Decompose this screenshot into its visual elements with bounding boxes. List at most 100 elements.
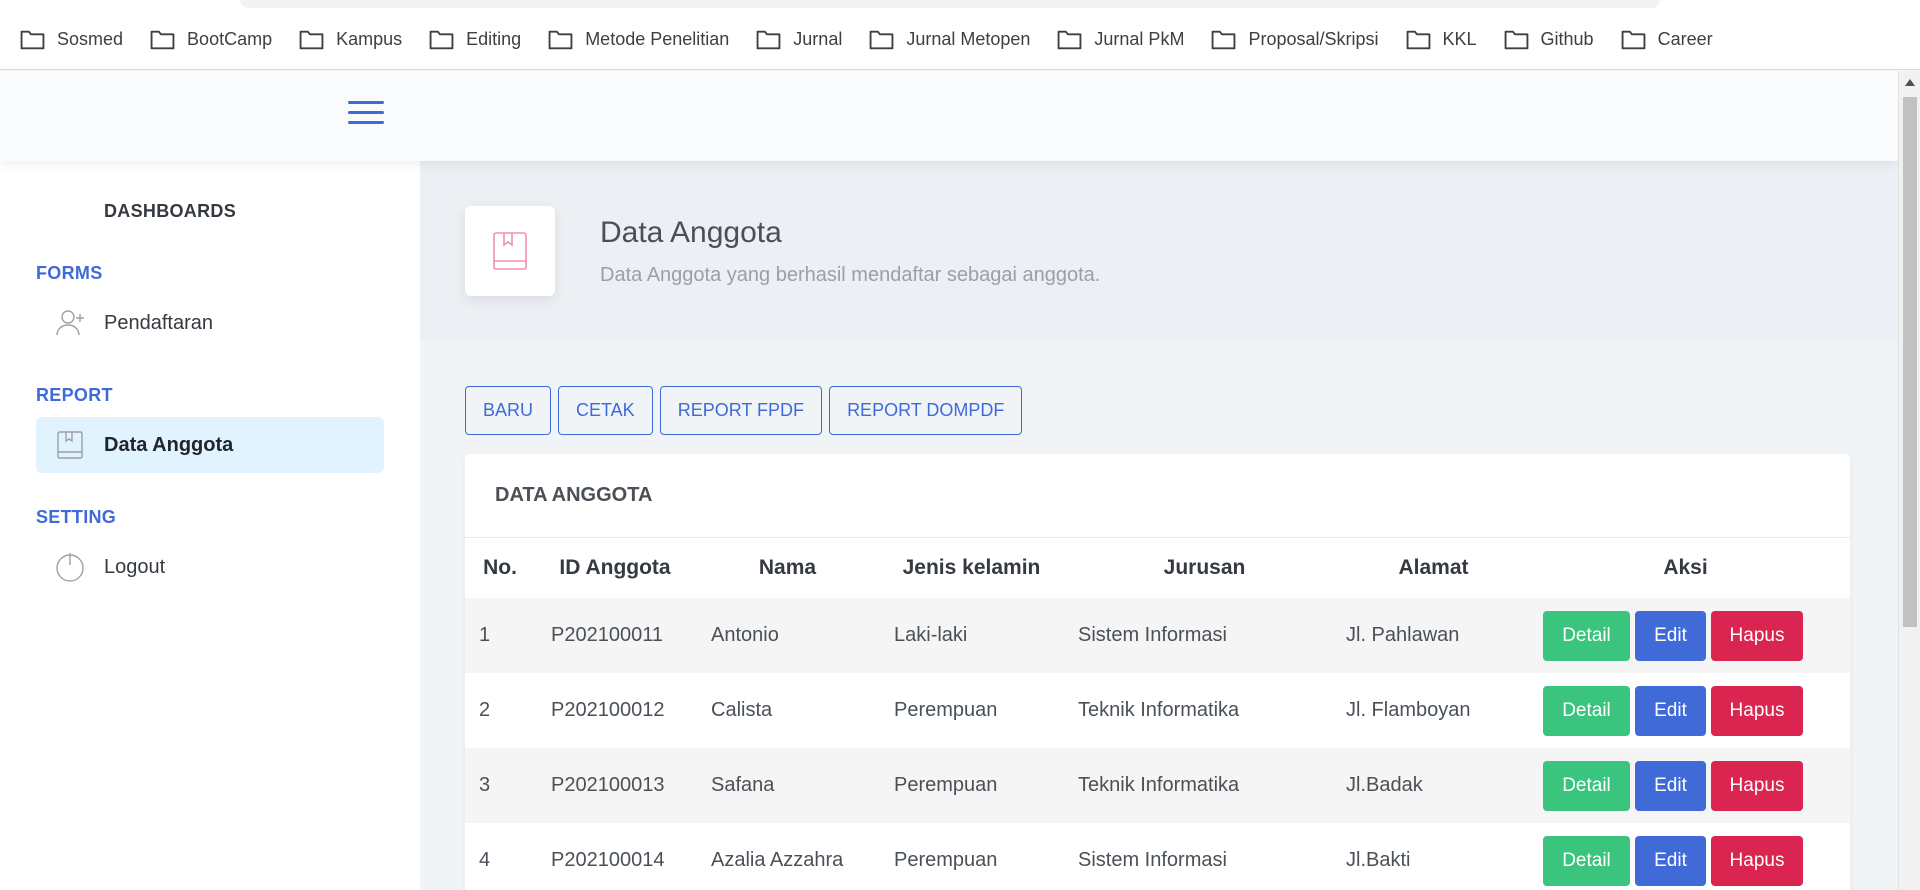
folder-icon bbox=[1212, 30, 1236, 49]
page-scrollbar[interactable] bbox=[1898, 71, 1920, 890]
app-window: DASHBOARDS FORMS Pendaftaran REPORT Data… bbox=[0, 71, 1898, 890]
edit-button[interactable]: Edit bbox=[1635, 835, 1706, 886]
sidebar-heading-report: REPORT bbox=[36, 385, 113, 405]
cell-nama: Azalia Azzahra bbox=[711, 849, 844, 871]
cell-aksi: Detail Edit Hapus bbox=[1521, 823, 1850, 890]
cell-nama: Calista bbox=[711, 699, 773, 721]
cell-nama: Safana bbox=[711, 774, 775, 796]
cell-alamat: Jl.Badak bbox=[1346, 774, 1423, 796]
cetak-button[interactable]: CETAK bbox=[558, 386, 653, 435]
cell-jurusan: Teknik Informatika bbox=[1078, 699, 1240, 721]
column-header-alamat: Alamat bbox=[1398, 556, 1469, 579]
sidebar-item-pendaftaran[interactable]: Pendaftaran bbox=[36, 295, 384, 351]
hamburger-icon[interactable] bbox=[348, 101, 384, 129]
cell-aksi: Detail Edit Hapus bbox=[1521, 748, 1850, 823]
bookmark-folder[interactable]: KKL bbox=[1406, 29, 1477, 50]
bookmark-label: BootCamp bbox=[187, 28, 273, 49]
bookmark-folder[interactable]: BootCamp bbox=[150, 29, 272, 50]
cell-id: P202100014 bbox=[551, 849, 665, 871]
table-row: 4 P202100014 Azalia Azzahra Perempuan Si… bbox=[465, 823, 1850, 890]
bookmark-folder[interactable]: Sosmed bbox=[20, 29, 123, 50]
baru-button[interactable]: BARU bbox=[465, 386, 552, 435]
cell-jurusan: Sistem Informasi bbox=[1078, 849, 1227, 871]
data-anggota-table: No. ID Anggota Nama Jenis kelamin Jurusa… bbox=[465, 538, 1850, 890]
folder-icon bbox=[429, 30, 454, 49]
sidebar-item-logout[interactable]: Logout bbox=[36, 539, 384, 595]
cell-aksi: Detail Edit Hapus bbox=[1521, 598, 1850, 673]
cell-no: 3 bbox=[479, 774, 491, 796]
bookmark-folder[interactable]: Metode Penelitian bbox=[548, 29, 729, 50]
sidebar-heading-setting: SETTING bbox=[36, 507, 117, 527]
bookmark-label: Proposal/Skripsi bbox=[1248, 28, 1379, 49]
cell-no: 4 bbox=[479, 849, 491, 871]
folder-icon bbox=[1058, 30, 1082, 49]
bookmark-folder[interactable]: Career bbox=[1621, 29, 1713, 50]
bookmark-label: Sosmed bbox=[57, 28, 124, 49]
bookmark-folder[interactable]: Jurnal PkM bbox=[1057, 29, 1184, 50]
bookmark-folder[interactable]: Editing bbox=[429, 29, 521, 50]
folder-icon bbox=[756, 30, 781, 49]
edit-button[interactable]: Edit bbox=[1635, 610, 1706, 661]
sidebar-item-label: Data Anggota bbox=[104, 433, 234, 456]
folder-icon bbox=[20, 30, 45, 49]
bookmark-label: Jurnal bbox=[793, 28, 843, 49]
detail-button[interactable]: Detail bbox=[1543, 760, 1630, 811]
folder-icon bbox=[1406, 30, 1430, 49]
scroll-up-arrow-icon[interactable] bbox=[1905, 79, 1915, 86]
cell-id: P202100012 bbox=[551, 699, 665, 721]
scrollbar-thumb[interactable] bbox=[1903, 97, 1917, 627]
edit-button[interactable]: Edit bbox=[1635, 685, 1706, 736]
bookmark-label: Jurnal PkM bbox=[1094, 28, 1185, 49]
card-title: DATA ANGGOTA bbox=[465, 454, 1850, 538]
address-bar-edge[interactable] bbox=[240, 0, 1660, 8]
detail-button[interactable]: Detail bbox=[1543, 685, 1630, 736]
sidebar-item-label: Pendaftaran bbox=[104, 311, 213, 334]
page-subtitle: Data Anggota yang berhasil mendaftar seb… bbox=[600, 264, 1101, 286]
report-dompdf-button[interactable]: REPORT DOMPDF bbox=[829, 386, 1023, 435]
hapus-button[interactable]: Hapus bbox=[1711, 610, 1803, 661]
folder-icon bbox=[299, 30, 324, 49]
sidebar-heading-dashboards[interactable]: DASHBOARDS bbox=[104, 201, 236, 222]
sidebar-item-data-anggota[interactable]: Data Anggota bbox=[36, 417, 384, 473]
cell-no: 1 bbox=[479, 624, 491, 646]
bookmark-folder[interactable]: Jurnal Metopen bbox=[869, 29, 1030, 50]
bookmark-label: Career bbox=[1657, 28, 1713, 49]
cell-id: P202100011 bbox=[551, 624, 663, 646]
detail-button[interactable]: Detail bbox=[1543, 835, 1630, 886]
cell-nama: Antonio bbox=[711, 624, 779, 646]
folder-icon bbox=[869, 30, 894, 49]
user-plus-icon bbox=[36, 306, 104, 340]
book-icon bbox=[36, 428, 104, 462]
hapus-button[interactable]: Hapus bbox=[1711, 760, 1803, 811]
sidebar-item-label: Logout bbox=[104, 555, 166, 578]
edit-button[interactable]: Edit bbox=[1635, 760, 1706, 811]
table-row: 1 P202100011 Antonio Laki-laki Sistem In… bbox=[465, 598, 1850, 673]
action-buttons: BARU CETAK REPORT FPDF REPORT DOMPDF bbox=[465, 386, 1029, 435]
bookmark-folder[interactable]: Github bbox=[1504, 29, 1594, 50]
data-anggota-card: DATA ANGGOTA No. ID Anggota Nama Jenis k… bbox=[465, 454, 1850, 890]
book-icon bbox=[465, 206, 555, 296]
hapus-button[interactable]: Hapus bbox=[1711, 685, 1803, 736]
cell-aksi: Detail Edit Hapus bbox=[1521, 673, 1850, 748]
bookmark-folder[interactable]: Jurnal bbox=[756, 29, 842, 50]
bookmark-folder[interactable]: Proposal/Skripsi bbox=[1211, 28, 1379, 50]
cell-jurusan: Teknik Informatika bbox=[1078, 774, 1240, 796]
bookmark-label: Github bbox=[1540, 28, 1594, 49]
sidebar: DASHBOARDS FORMS Pendaftaran REPORT Data… bbox=[0, 161, 420, 890]
power-icon bbox=[36, 550, 104, 584]
folder-icon bbox=[548, 30, 573, 49]
cell-no: 2 bbox=[479, 699, 491, 721]
column-header-no: No. bbox=[483, 556, 517, 579]
bookmark-label: Jurnal Metopen bbox=[906, 28, 1031, 49]
detail-button[interactable]: Detail bbox=[1543, 610, 1630, 661]
cell-alamat: Jl. Flamboyan bbox=[1346, 699, 1471, 721]
cell-alamat: Jl.Bakti bbox=[1346, 849, 1411, 871]
report-fpdf-button[interactable]: REPORT FPDF bbox=[659, 386, 823, 435]
bookmark-label: KKL bbox=[1442, 28, 1477, 49]
page-title-area: Data Anggota Data Anggota yang berhasil … bbox=[420, 161, 1898, 341]
folder-icon bbox=[1621, 30, 1645, 49]
bookmark-folder[interactable]: Kampus bbox=[299, 29, 402, 50]
column-header-nama: Nama bbox=[758, 556, 817, 579]
column-header-id: ID Anggota bbox=[559, 556, 671, 579]
hapus-button[interactable]: Hapus bbox=[1711, 835, 1803, 886]
